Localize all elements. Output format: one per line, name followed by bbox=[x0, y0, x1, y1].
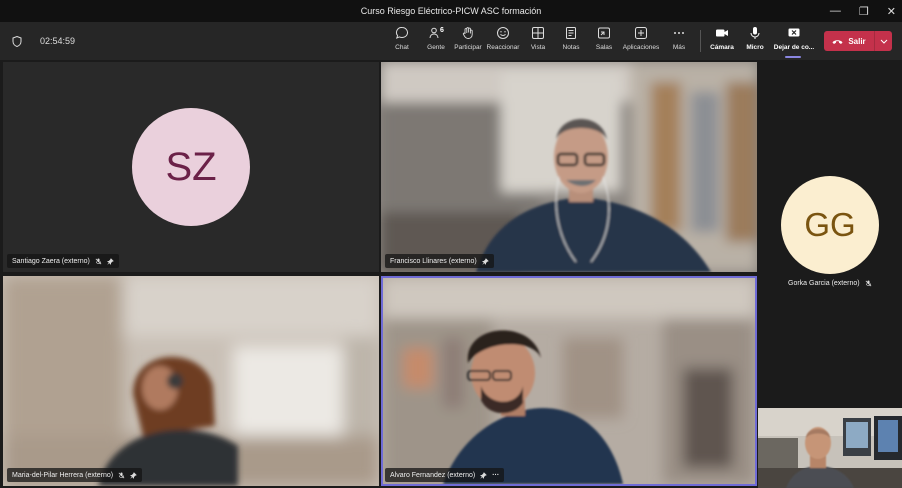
more-options-button[interactable]: ··· bbox=[492, 472, 499, 479]
react-button[interactable]: Reaccionar bbox=[484, 26, 522, 56]
camera-icon bbox=[716, 29, 728, 37]
toolbar-divider bbox=[700, 30, 701, 52]
title-bar: Curso Riesgo Eléctrico-PICW ASC formació… bbox=[0, 0, 902, 22]
pin-icon bbox=[130, 471, 137, 479]
self-view[interactable] bbox=[758, 408, 902, 488]
avatar: GG bbox=[781, 176, 879, 274]
meeting-timer: 02:54:59 bbox=[40, 36, 76, 46]
breakout-icon bbox=[598, 27, 610, 39]
pin-icon bbox=[481, 257, 489, 265]
smile-icon bbox=[497, 27, 509, 39]
window-title: Curso Riesgo Eléctrico-PICW ASC formació… bbox=[360, 6, 542, 16]
participant-name-tag: Francisco Llinares (externo) bbox=[385, 254, 494, 268]
video-feed bbox=[3, 276, 379, 486]
chat-icon bbox=[395, 26, 408, 39]
restore-icon[interactable]: ❐ bbox=[859, 5, 869, 18]
stop-share-icon bbox=[788, 28, 800, 37]
raise-hand-icon bbox=[462, 27, 473, 39]
mic-icon bbox=[750, 27, 760, 39]
apps-button[interactable]: Aplicaciones bbox=[622, 26, 660, 56]
phone-hangup-icon bbox=[832, 39, 843, 44]
share-active-indicator bbox=[785, 56, 801, 58]
participant-name-tag: Maria-del-Pilar Herrera (externo) bbox=[7, 468, 143, 482]
mic-button[interactable]: Micro bbox=[736, 26, 774, 56]
shield-icon bbox=[12, 35, 22, 47]
participant-name-tag: Alvaro Fernandez (externo) ··· bbox=[385, 468, 505, 482]
chat-button[interactable]: Chat bbox=[383, 26, 421, 56]
stop-share-button[interactable]: Dejar de co... bbox=[774, 26, 814, 56]
pin-icon bbox=[480, 471, 487, 479]
leave-button[interactable]: Salir bbox=[824, 31, 892, 51]
participant-name-tag: Santiago Zaera (externo) bbox=[7, 254, 119, 268]
participant-tile-maria[interactable]: Maria-del-Pilar Herrera (externo) bbox=[3, 276, 379, 486]
participant-tile-santiago[interactable]: SZ Santiago Zaera (externo) bbox=[3, 62, 379, 272]
participant-name-tag: Gorka Garcia (externo) bbox=[788, 280, 872, 287]
avatar: SZ bbox=[132, 108, 250, 226]
participant-tile-francisco[interactable]: Francisco Llinares (externo) bbox=[381, 62, 757, 272]
leave-dropdown[interactable] bbox=[874, 31, 892, 51]
more-icon bbox=[674, 32, 684, 34]
mic-off-icon bbox=[118, 471, 125, 478]
raise-hand-button[interactable]: Participar bbox=[449, 26, 487, 56]
breakout-rooms-button[interactable]: Salas bbox=[585, 26, 623, 56]
minimize-icon[interactable]: — bbox=[830, 5, 841, 17]
self-video-feed bbox=[758, 408, 902, 488]
mic-off-icon bbox=[865, 280, 871, 287]
video-feed bbox=[383, 278, 755, 484]
participant-tile-gorka[interactable]: GG Gorka Garcia (externo) bbox=[760, 62, 902, 402]
participant-tile-alvaro[interactable]: Alvaro Fernandez (externo) ··· bbox=[381, 276, 757, 486]
plus-icon bbox=[635, 27, 647, 39]
close-icon[interactable]: ✕ bbox=[887, 5, 896, 18]
video-feed bbox=[381, 62, 757, 272]
more-button[interactable]: Más bbox=[660, 26, 698, 56]
grid-icon bbox=[532, 27, 544, 39]
pin-icon bbox=[106, 257, 114, 265]
chevron-down-icon bbox=[880, 39, 887, 44]
meeting-toolbar: 02:54:59 Chat 6 Gente Participar Reaccio… bbox=[0, 22, 902, 60]
mic-off-icon bbox=[95, 257, 102, 264]
notes-icon bbox=[566, 27, 576, 39]
people-count: 6 bbox=[440, 27, 444, 34]
